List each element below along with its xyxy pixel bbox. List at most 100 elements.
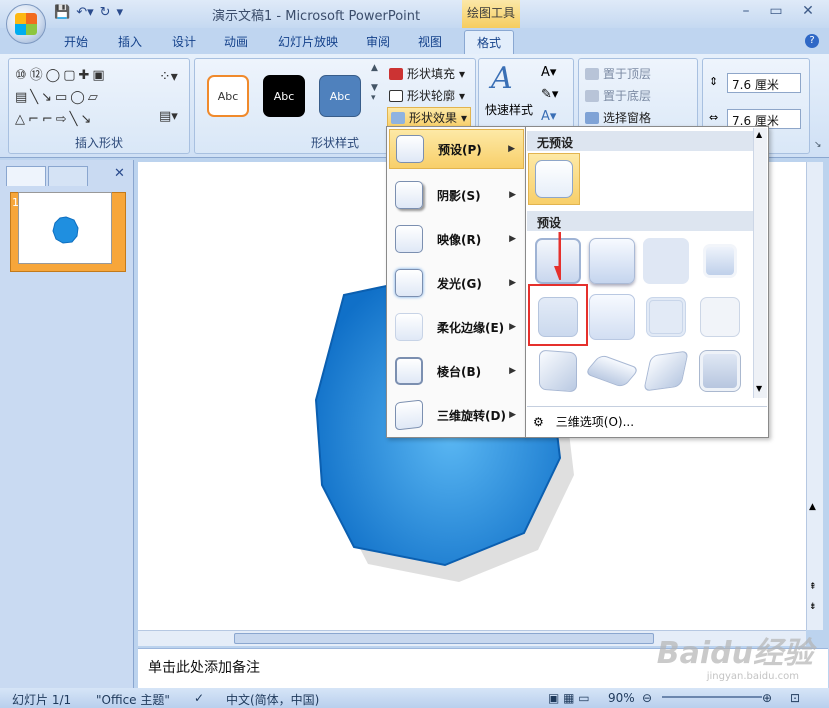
paint-bucket-icon (389, 67, 403, 80)
preset-swatch (589, 294, 635, 340)
slide-info: 幻灯片 1/1 (12, 693, 72, 707)
preset-swatch (584, 354, 640, 388)
menu-item-shadow[interactable]: 阴影(S) ▶ (389, 175, 524, 215)
language: 中文(简体，中国) (226, 693, 320, 707)
preset-8[interactable] (694, 291, 746, 343)
quick-styles-label[interactable]: 快速样式 (485, 101, 533, 118)
fit-window-icon[interactable]: ⊡ (790, 691, 800, 705)
zoom-level[interactable]: 90% (608, 691, 635, 705)
customize-icon[interactable]: ▾ (117, 5, 124, 20)
spellcheck-icon[interactable]: ✓ (194, 691, 204, 705)
shape-outline-button[interactable]: 形状轮廓 ▾ (389, 87, 465, 104)
tab-home[interactable]: 开始 (64, 33, 88, 50)
scroll-thumb[interactable] (234, 633, 654, 644)
height-icon: ⇕ (709, 75, 719, 88)
preset-12[interactable] (694, 345, 746, 397)
preset-10[interactable] (584, 345, 640, 397)
bring-to-front-button[interactable]: 置于顶层 (585, 65, 651, 82)
slides-tab[interactable] (6, 166, 46, 186)
preset-2[interactable] (586, 235, 638, 287)
width-icon: ⇔ (709, 111, 719, 124)
3d-options-button[interactable]: ⚙ 三维选项(O)... (527, 406, 767, 436)
shape-fill-button[interactable]: 形状填充 ▾ (389, 65, 465, 82)
slide-thumbnail[interactable] (18, 192, 112, 264)
shadow-icon (395, 181, 423, 209)
shape-effects-button[interactable]: 形状效果 ▾ (387, 107, 472, 128)
preset-7[interactable] (640, 291, 692, 343)
send-to-back-button[interactable]: 置于底层 (585, 87, 651, 104)
menu-item-reflection[interactable]: 映像(R) ▶ (389, 219, 524, 259)
tab-animation[interactable]: 动画 (224, 33, 248, 50)
zoom-slider[interactable] (662, 696, 762, 698)
style-sample-orange[interactable]: Abc (207, 75, 249, 117)
scroll-down-icon[interactable]: ▼ (756, 384, 762, 393)
menu-item-3d-rotation[interactable]: 三维旋转(D) ▶ (389, 395, 524, 435)
preset-submenu: 无预设 预设 ▲ ▼ ⚙ 三维选项(O)... (525, 126, 769, 438)
send-back-icon (585, 89, 599, 102)
dialog-launcher-icon[interactable]: ↘ (814, 140, 822, 150)
tab-format[interactable]: 格式 (464, 30, 515, 54)
scroll-up-icon[interactable]: ▲ (756, 130, 762, 139)
bring-front-icon (585, 67, 599, 80)
shape-effects-menu: 预设(P) ▶ 阴影(S) ▶ 映像(R) ▶ 发光(G) ▶ 柔化边缘(E) … (386, 126, 526, 438)
status-bar: 幻灯片 1/1 "Office 主题" ✓ 中文(简体，中国) ▣ ▦ ▭ 90… (0, 688, 829, 708)
menu-item-glow[interactable]: 发光(G) ▶ (389, 263, 524, 303)
style-sample-black[interactable]: Abc (263, 75, 305, 117)
minimize-icon[interactable]: – (734, 3, 758, 19)
selection-pane-icon (585, 111, 599, 124)
text-fill-icon[interactable]: A▾ (541, 65, 556, 80)
close-panel-icon[interactable]: ✕ (114, 166, 125, 181)
scroll-up-icon[interactable]: ▲ (809, 502, 816, 512)
tab-insert[interactable]: 插入 (118, 33, 142, 50)
submenu-arrow-icon: ▶ (509, 366, 516, 376)
tab-review[interactable]: 审阅 (366, 33, 390, 50)
menu-item-bevel[interactable]: 棱台(B) ▶ (389, 351, 524, 391)
selection-pane-button[interactable]: 选择窗格 (585, 109, 651, 126)
no-preset-option[interactable] (528, 153, 580, 205)
prev-slide-icon[interactable]: ⇞ (809, 582, 817, 592)
preset-4[interactable] (694, 235, 746, 287)
submenu-arrow-icon: ▶ (508, 144, 515, 154)
maximize-icon[interactable]: ▭ (764, 3, 788, 19)
preset-swatch (539, 349, 577, 393)
menu-item-preset[interactable]: 预设(P) ▶ (389, 129, 524, 169)
tab-slideshow[interactable]: 幻灯片放映 (278, 33, 338, 50)
next-slide-icon[interactable]: ⇟ (809, 602, 817, 612)
effects-icon (391, 111, 405, 124)
soft-edges-icon (395, 313, 423, 341)
close-icon[interactable]: ✕ (796, 3, 820, 19)
text-outline-icon[interactable]: ✎▾ (541, 87, 558, 102)
save-icon[interactable]: 💾 (54, 5, 70, 20)
height-input[interactable]: 7.6 厘米 (727, 73, 801, 93)
preset-icon (396, 135, 424, 163)
office-logo-icon (15, 13, 37, 35)
style-scroll[interactable]: ▲ ▼ ▾ (371, 63, 383, 123)
preset-9[interactable] (532, 345, 584, 397)
view-buttons[interactable]: ▣ ▦ ▭ (548, 691, 590, 705)
zoom-out-icon[interactable]: ⊖ (642, 691, 652, 705)
tab-design[interactable]: 设计 (172, 33, 196, 50)
preset-11[interactable] (640, 345, 692, 397)
zoom-in-icon[interactable]: ⊕ (762, 691, 772, 705)
redo-icon[interactable]: ↻ (100, 5, 111, 20)
bevel-icon (395, 357, 423, 385)
glow-icon (395, 269, 423, 297)
tab-view[interactable]: 视图 (418, 33, 442, 50)
vertical-scrollbar[interactable]: ▲ ⇞ ⇟ (806, 162, 823, 630)
office-button[interactable] (6, 4, 46, 44)
shapes-gallery[interactable]: ⑩⑫◯▢✚▣ ▤╲↘▭◯▱ △⌐⌐⇨╲↘ (15, 65, 145, 131)
text-box-icon[interactable]: ▤▾ (159, 109, 178, 124)
preset-swatch (646, 297, 686, 337)
help-icon[interactable]: ? (805, 34, 819, 48)
text-effects-icon[interactable]: A▾ (541, 109, 556, 124)
style-sample-blue[interactable]: Abc (319, 75, 361, 117)
preset-swatch (699, 350, 741, 392)
preset-6[interactable] (586, 291, 638, 343)
outline-tab[interactable] (48, 166, 88, 186)
preset-3[interactable] (640, 235, 692, 287)
undo-icon[interactable]: ↶▾ (76, 5, 93, 20)
submenu-scrollbar[interactable]: ▲ ▼ (753, 128, 767, 398)
menu-item-soft-edges[interactable]: 柔化边缘(E) ▶ (389, 307, 524, 347)
edit-shape-icon[interactable]: ⁘▾ (159, 69, 178, 85)
quick-styles-icon[interactable]: A (491, 61, 513, 96)
